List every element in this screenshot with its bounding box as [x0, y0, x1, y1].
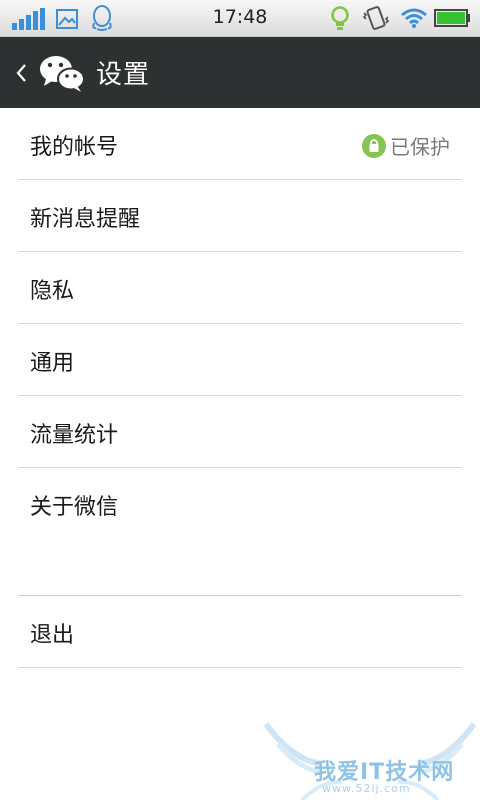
page-title: 设置: [96, 60, 151, 90]
settings-screen: 17:48 设置 我的帐号 已保护 新消息提醒 隐私 通用 流量统计 关于微信 …: [0, 0, 480, 800]
watermark-url: www.52ij.com: [322, 782, 411, 795]
logout-button[interactable]: 退出: [18, 596, 462, 668]
menu-item-about[interactable]: 关于微信: [18, 468, 462, 539]
watermark: 我爱IT技术网 www.52ij.com: [262, 720, 478, 800]
menu-item-label: 隐私: [30, 279, 75, 304]
logout-label: 退出: [30, 623, 75, 648]
menu-item-notifications[interactable]: 新消息提醒: [18, 180, 462, 252]
lock-icon: [362, 133, 386, 158]
account-protected-status: 已保护: [362, 131, 450, 160]
status-bar: 17:48: [0, 0, 480, 37]
battery-icon: [434, 9, 470, 27]
vibrate-icon: [362, 6, 390, 30]
menu-item-privacy[interactable]: 隐私: [18, 252, 462, 324]
group-divider: [18, 539, 462, 596]
menu-item-label: 关于微信: [30, 495, 119, 520]
wechat-logo-icon[interactable]: [38, 53, 86, 93]
title-bar: 设置: [0, 37, 480, 108]
menu-item-my-account[interactable]: 我的帐号 已保护: [18, 108, 462, 180]
wifi-icon: [401, 8, 427, 28]
back-chevron-icon[interactable]: [14, 59, 28, 87]
menu-item-label: 通用: [30, 351, 75, 376]
bulb-icon: [331, 6, 349, 30]
menu-item-data-usage[interactable]: 流量统计: [18, 396, 462, 468]
menu-item-general[interactable]: 通用: [18, 324, 462, 396]
settings-menu: 我的帐号 已保护 新消息提醒 隐私 通用 流量统计 关于微信 退出: [0, 108, 480, 668]
menu-item-label: 新消息提醒: [30, 207, 141, 232]
menu-item-label: 我的帐号: [30, 135, 119, 160]
menu-item-label: 流量统计: [30, 423, 119, 448]
protected-label: 已保护: [390, 135, 450, 159]
